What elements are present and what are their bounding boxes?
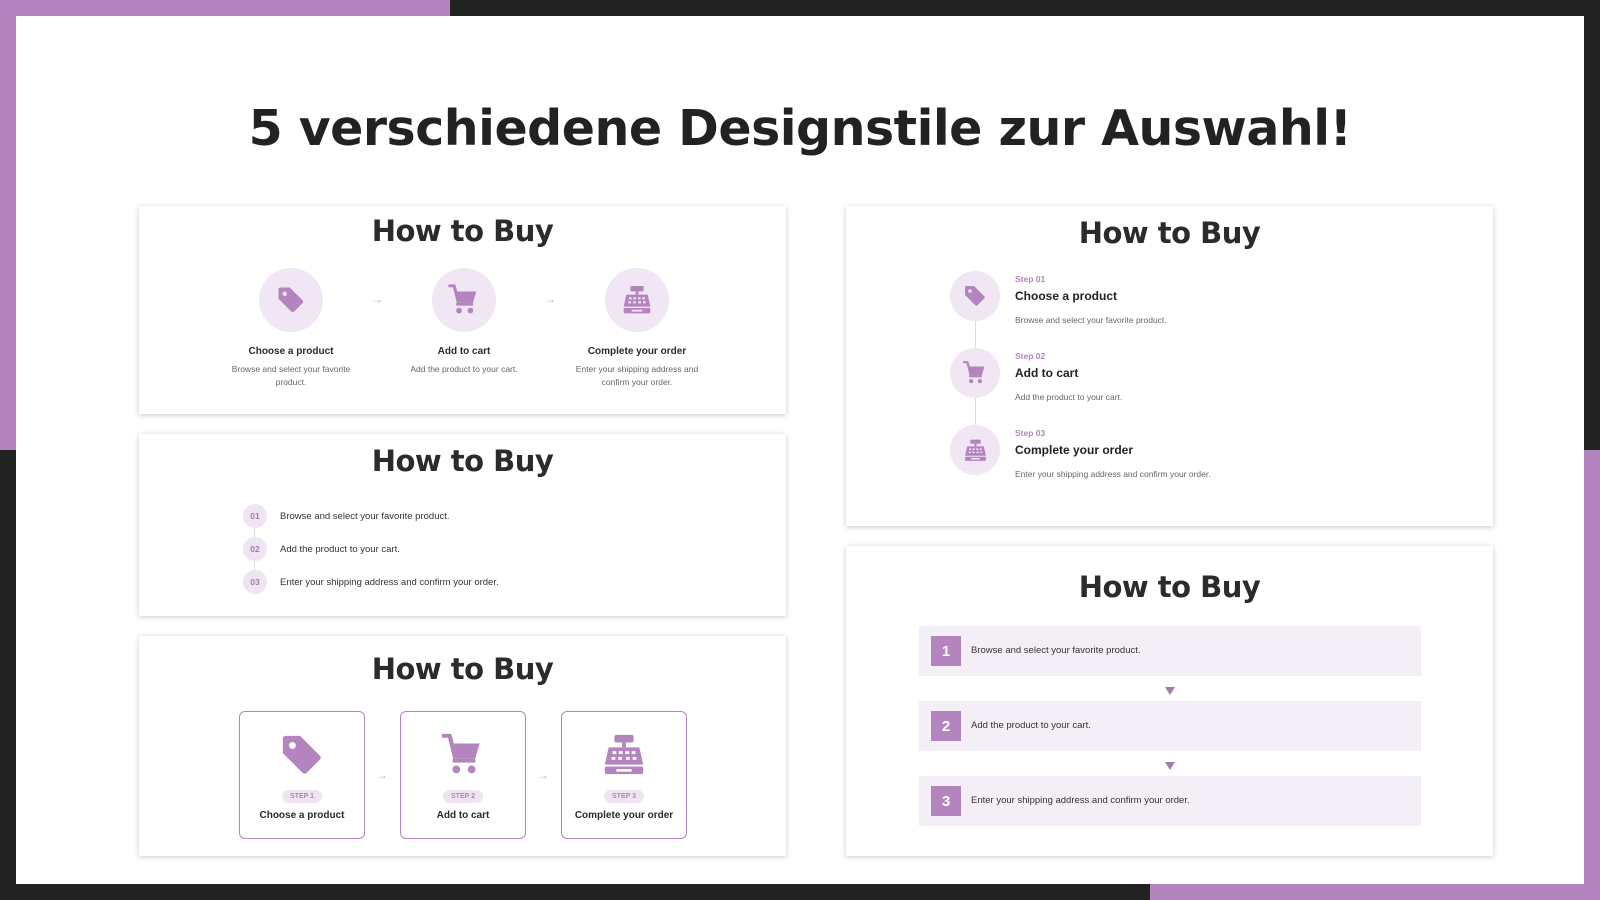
step-description: Browse and select your favorite product. bbox=[231, 364, 351, 387]
design-style-card-3: How to Buy STEP 1 Choose a product → STE… bbox=[139, 636, 786, 856]
step-label: Step 03 bbox=[1015, 428, 1046, 438]
step-label-pill: STEP 3 bbox=[604, 790, 644, 803]
step-icon-circle bbox=[432, 268, 496, 332]
step-text: Enter your shipping address and confirm … bbox=[280, 576, 499, 588]
step-description: Enter your shipping address and confirm … bbox=[575, 364, 699, 387]
step-number-badge: 03 bbox=[243, 570, 267, 594]
timeline-step-2: Step 02 Add to cart Add the product to y… bbox=[1015, 351, 1122, 402]
step-title: Complete your order bbox=[574, 810, 674, 821]
list-item: 03 Enter your shipping address and confi… bbox=[243, 570, 499, 594]
step-title: Complete your order bbox=[587, 346, 687, 357]
step-title: Choose a product bbox=[248, 346, 334, 357]
step-box-complete-order: STEP 3 Complete your order bbox=[561, 711, 687, 839]
step-number-badge: 1 bbox=[931, 636, 961, 666]
cart-icon bbox=[447, 283, 481, 317]
step-text: Add the product to your cart. bbox=[971, 720, 1091, 731]
design-style-card-5: How to Buy 1 Browse and select your favo… bbox=[846, 546, 1493, 856]
step-text: Enter your shipping address and confirm … bbox=[971, 795, 1190, 806]
step-description: Browse and select your favorite product. bbox=[1015, 315, 1167, 325]
design-style-card-4: How to Buy Step 01 Choose a product Brow… bbox=[846, 206, 1493, 526]
step-bar: 2 Add the product to your cart. bbox=[919, 701, 1421, 751]
step-text: Add the product to your cart. bbox=[280, 543, 400, 555]
triangle-down-icon bbox=[1165, 687, 1175, 695]
step-add-to-cart: Add to cart Add the product to your cart… bbox=[389, 268, 539, 376]
step-bar: 1 Browse and select your favorite produc… bbox=[919, 626, 1421, 676]
card-title: How to Buy bbox=[371, 444, 554, 478]
tag-icon bbox=[963, 284, 987, 308]
tag-icon bbox=[276, 285, 306, 315]
step-number-badge: 2 bbox=[931, 711, 961, 741]
step-title: Add to cart bbox=[1015, 366, 1079, 380]
timeline-step-1: Step 01 Choose a product Browse and sele… bbox=[1015, 274, 1167, 325]
page-title: 5 verschiedene Designstile zur Auswahl! bbox=[248, 100, 1352, 157]
triangle-down-icon bbox=[1165, 762, 1175, 770]
design-style-card-2: How to Buy 01 Browse and select your fav… bbox=[139, 434, 786, 616]
cash-register-icon bbox=[601, 732, 647, 778]
card-title: How to Buy bbox=[1078, 570, 1261, 604]
step-text: Browse and select your favorite product. bbox=[280, 510, 450, 522]
step-title: Choose a product bbox=[1015, 289, 1118, 303]
cart-icon bbox=[962, 360, 988, 386]
card-title: How to Buy bbox=[371, 652, 554, 686]
step-title: Add to cart bbox=[437, 346, 491, 357]
step-icon-circle bbox=[950, 348, 1000, 398]
step-icon-circle bbox=[259, 268, 323, 332]
step-text: Browse and select your favorite product. bbox=[971, 645, 1141, 656]
step-icon-circle bbox=[605, 268, 669, 332]
step-choose-product: Choose a product Browse and select your … bbox=[216, 268, 366, 389]
list-item: 02 Add the product to your cart. bbox=[243, 537, 400, 561]
design-style-card-1: How to Buy Choose a product Browse and s… bbox=[139, 206, 786, 414]
arrow-right-icon: → bbox=[376, 768, 388, 782]
step-box-choose-product: STEP 1 Choose a product bbox=[239, 711, 365, 839]
step-label: Step 02 bbox=[1015, 351, 1046, 361]
step-number-badge: 01 bbox=[243, 504, 267, 528]
list-item: 01 Browse and select your favorite produ… bbox=[243, 504, 450, 528]
step-title: Choose a product bbox=[259, 810, 345, 821]
step-icon-circle bbox=[950, 271, 1000, 321]
arrow-right-icon: → bbox=[371, 292, 383, 306]
step-box-add-to-cart: STEP 2 Add to cart bbox=[400, 711, 526, 839]
arrow-right-icon: → bbox=[537, 768, 549, 782]
step-icon-circle bbox=[950, 425, 1000, 475]
step-description: Add the product to your cart. bbox=[410, 364, 518, 374]
step-number-badge: 3 bbox=[931, 786, 961, 816]
step-title: Add to cart bbox=[436, 810, 490, 821]
cash-register-icon bbox=[621, 284, 653, 316]
step-description: Add the product to your cart. bbox=[1015, 392, 1123, 402]
cart-icon bbox=[440, 732, 486, 778]
card-title: How to Buy bbox=[1078, 216, 1261, 250]
tag-icon bbox=[279, 732, 325, 778]
step-label-pill: STEP 2 bbox=[443, 790, 483, 803]
step-number-badge: 02 bbox=[243, 537, 267, 561]
step-complete-order: Complete your order Enter your shipping … bbox=[562, 268, 712, 389]
card-title: How to Buy bbox=[371, 214, 554, 248]
step-label-pill: STEP 1 bbox=[282, 790, 322, 803]
step-bar: 3 Enter your shipping address and confir… bbox=[919, 776, 1421, 826]
slide-canvas: 5 verschiedene Designstile zur Auswahl! … bbox=[16, 16, 1584, 884]
step-label: Step 01 bbox=[1015, 274, 1046, 284]
step-description: Enter your shipping address and confirm … bbox=[1015, 469, 1211, 479]
cash-register-icon bbox=[963, 438, 988, 463]
step-title: Complete your order bbox=[1015, 443, 1134, 457]
timeline-step-3: Step 03 Complete your order Enter your s… bbox=[1015, 428, 1211, 479]
arrow-right-icon: → bbox=[544, 292, 556, 306]
